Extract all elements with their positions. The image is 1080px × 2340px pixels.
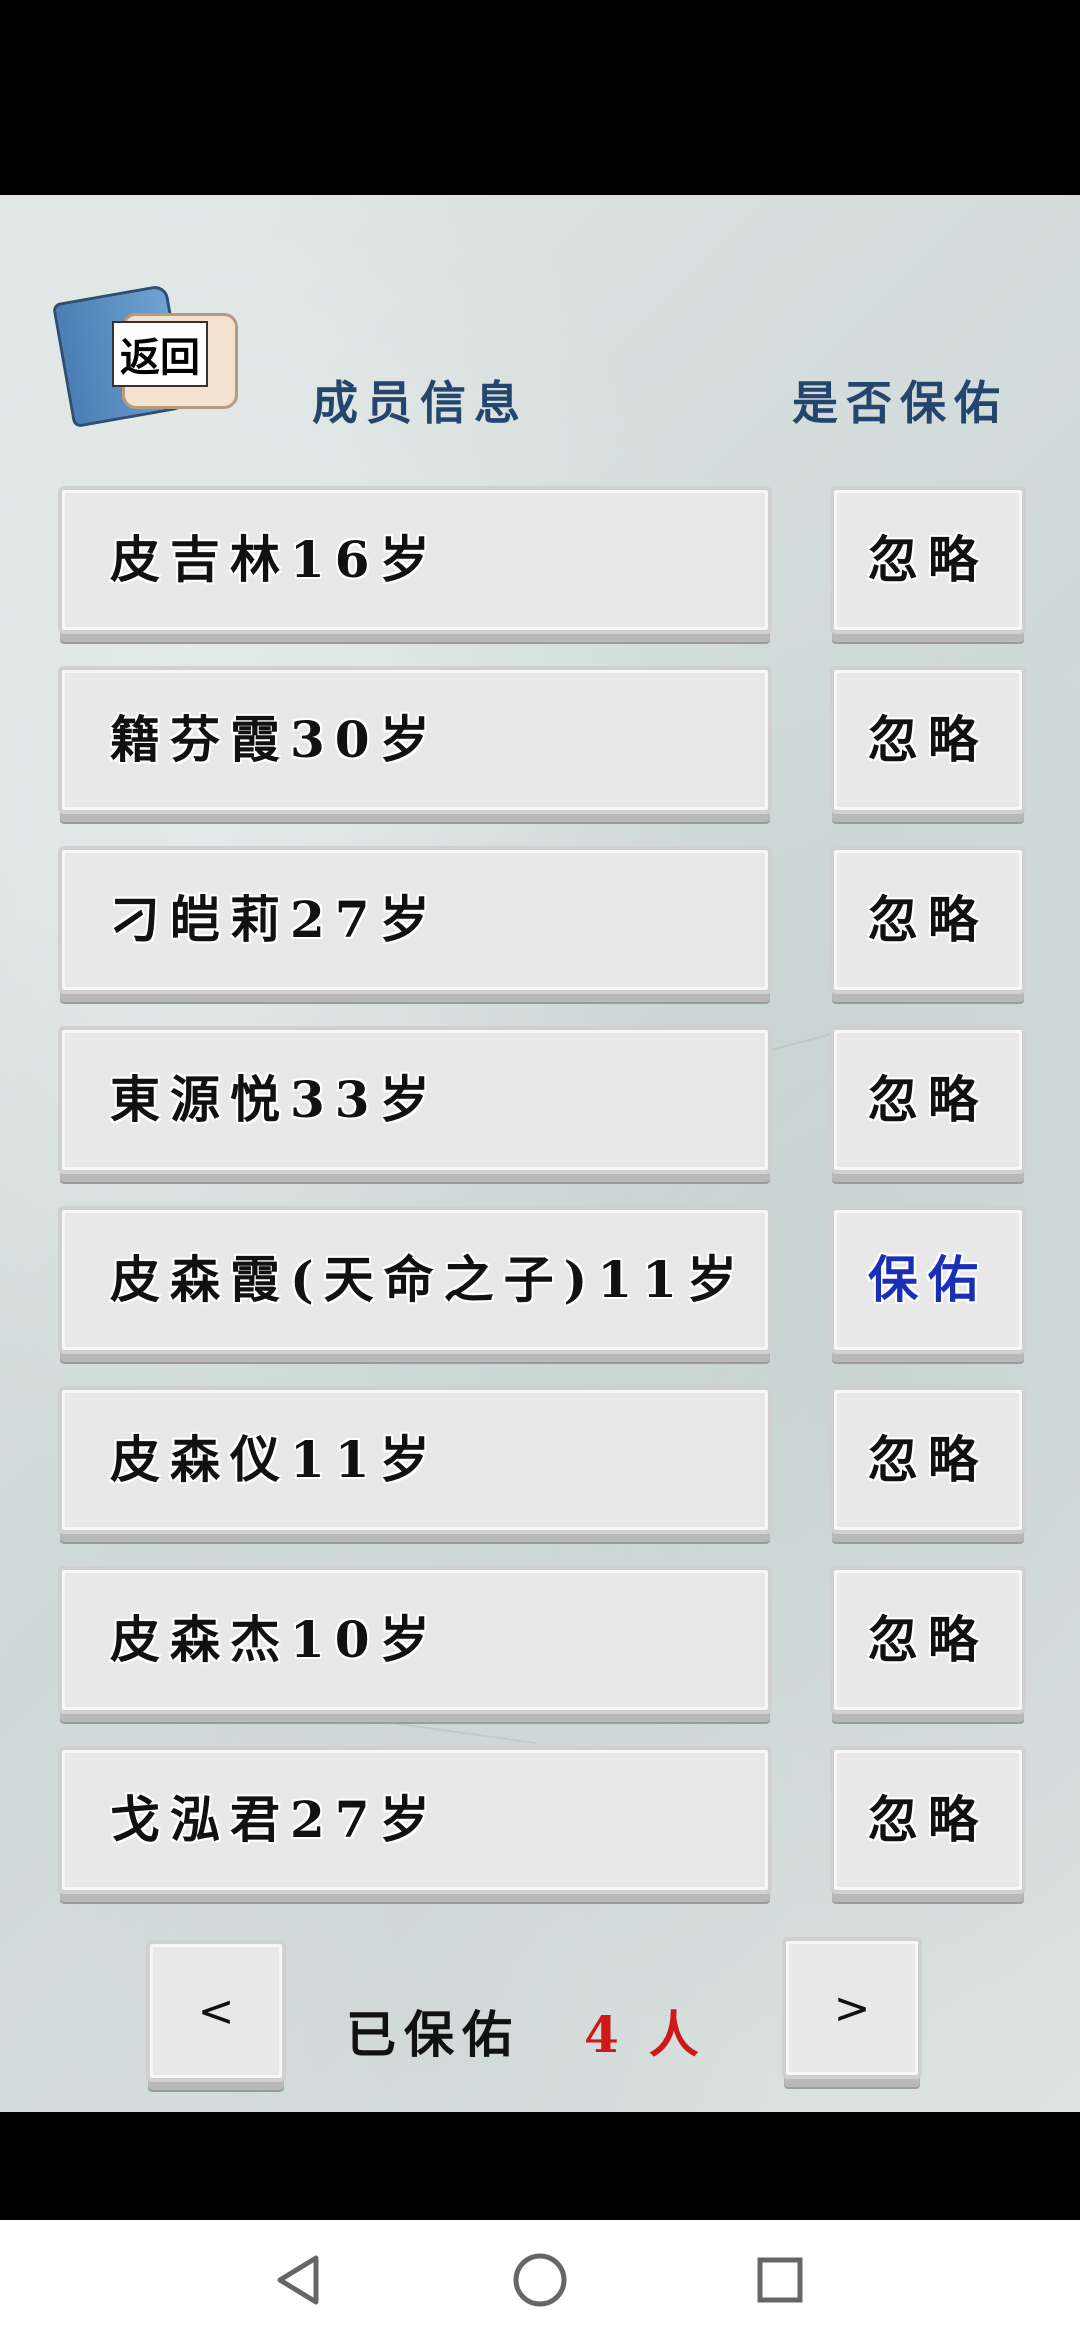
member-row[interactable]: 東源悦33岁 bbox=[58, 1026, 772, 1174]
member-name: 戈泓君27岁 bbox=[110, 1790, 440, 1849]
bless-status-label: 忽略 bbox=[868, 1070, 988, 1129]
bless-toggle-button[interactable]: 保佑 bbox=[830, 1206, 1026, 1354]
blessed-count-label: 已保佑 bbox=[346, 2005, 520, 2064]
member-row[interactable]: 皮森仪11岁 bbox=[58, 1386, 772, 1534]
member-name: 刁皑莉27岁 bbox=[110, 890, 440, 949]
member-name: 籍芬霞30岁 bbox=[110, 710, 440, 769]
bless-toggle-button[interactable]: 忽略 bbox=[830, 666, 1026, 814]
bless-toggle-button[interactable]: 忽略 bbox=[830, 1746, 1026, 1894]
bless-status-header: 是否保佑 bbox=[792, 376, 1008, 430]
member-name: 皮森仪11岁 bbox=[110, 1430, 440, 1489]
nav-back-button[interactable] bbox=[264, 2244, 336, 2316]
member-name: 東源悦33岁 bbox=[110, 1070, 440, 1129]
nav-home-button[interactable] bbox=[504, 2244, 576, 2316]
bless-toggle-button[interactable]: 忽略 bbox=[830, 486, 1026, 634]
bless-status-label: 忽略 bbox=[868, 530, 988, 589]
circle-home-icon bbox=[513, 2253, 567, 2307]
member-row[interactable]: 皮吉林16岁 bbox=[58, 486, 772, 634]
member-name: 皮吉林16岁 bbox=[110, 530, 440, 589]
bless-status-label: 忽略 bbox=[868, 890, 988, 949]
member-info-header: 成员信息 bbox=[312, 376, 528, 430]
triangle-back-icon bbox=[277, 2255, 319, 2305]
game-screen: 返回 成员信息 是否保佑 皮吉林16岁 忽略 籍芬霞30岁 忽略 刁皑莉27岁 … bbox=[0, 195, 1080, 2112]
member-name: 皮森杰10岁 bbox=[110, 1610, 440, 1669]
bless-status-label: 保佑 bbox=[868, 1250, 988, 1309]
member-name: 皮森霞(天命之子)11岁 bbox=[110, 1250, 747, 1309]
member-row[interactable]: 戈泓君27岁 bbox=[58, 1746, 772, 1894]
bless-toggle-button[interactable]: 忽略 bbox=[830, 1566, 1026, 1714]
member-row[interactable]: 刁皑莉27岁 bbox=[58, 846, 772, 994]
bless-status-label: 忽略 bbox=[868, 1430, 988, 1489]
blessed-count-value: 4人 bbox=[584, 1995, 729, 2067]
bottom-letterbox bbox=[0, 2112, 1080, 2220]
bless-toggle-button[interactable]: 忽略 bbox=[830, 846, 1026, 994]
bless-status-label: 忽略 bbox=[868, 1610, 988, 1669]
status-bar bbox=[0, 0, 1080, 195]
prev-page-button[interactable]: < bbox=[146, 1940, 286, 2082]
member-row[interactable]: 籍芬霞30岁 bbox=[58, 666, 772, 814]
bless-toggle-button[interactable]: 忽略 bbox=[830, 1386, 1026, 1534]
bless-toggle-button[interactable]: 忽略 bbox=[830, 1026, 1026, 1174]
bless-status-label: 忽略 bbox=[868, 1790, 988, 1849]
system-nav-bar bbox=[0, 2220, 1080, 2340]
blessed-count-number: 4 bbox=[584, 2005, 649, 2064]
back-label: 返回 bbox=[112, 321, 208, 387]
member-row[interactable]: 皮森杰10岁 bbox=[58, 1566, 772, 1714]
nav-recents-button[interactable] bbox=[744, 2244, 816, 2316]
back-button[interactable]: 返回 bbox=[51, 283, 242, 433]
member-row[interactable]: 皮森霞(天命之子)11岁 bbox=[58, 1206, 772, 1354]
square-recents-icon bbox=[757, 2257, 803, 2303]
bless-status-label: 忽略 bbox=[868, 710, 988, 769]
next-page-button[interactable]: > bbox=[782, 1937, 922, 2079]
blessed-count-unit: 人 bbox=[648, 2005, 729, 2064]
